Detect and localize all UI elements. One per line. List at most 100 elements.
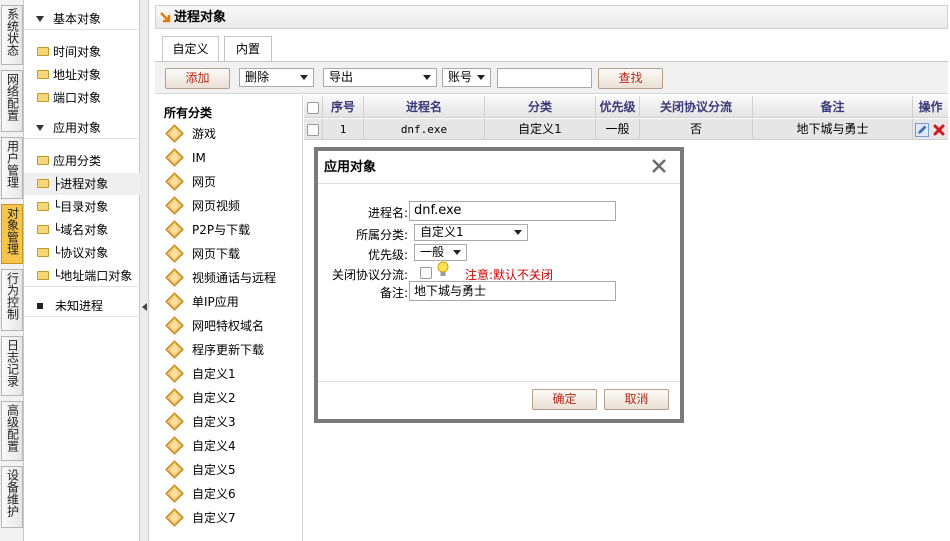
- category-diamond-icon: [165, 196, 184, 215]
- process-name-input[interactable]: dnf.exe: [409, 201, 616, 221]
- nav-tab-label: 设备维护: [5, 469, 20, 517]
- nav-tab-0[interactable]: 系统状态: [1, 5, 23, 65]
- find-button[interactable]: 查找: [598, 68, 663, 89]
- nav-tab-1[interactable]: 网络配置: [1, 70, 23, 132]
- category-diamond-icon: [165, 220, 184, 239]
- nav-tab-label: 用户管理: [5, 140, 20, 188]
- tree-group-basic-objects[interactable]: 基本对象: [24, 8, 140, 30]
- nav-tab-label: 日志记录: [5, 339, 20, 387]
- nav-tab-label: 高级配置: [5, 404, 20, 452]
- column-header-seq: 序号: [323, 96, 364, 118]
- tab-custom[interactable]: 自定义: [162, 36, 219, 61]
- category-item[interactable]: 程序更新下载: [165, 339, 264, 361]
- category-diamond-icon: [165, 124, 184, 143]
- column-header-remark: 备注: [753, 96, 913, 118]
- dropdown-arrow-icon: [423, 75, 431, 80]
- category-item[interactable]: 自定义3: [165, 411, 236, 433]
- folder-icon: [37, 47, 49, 56]
- panel-splitter[interactable]: [140, 0, 149, 541]
- category-item[interactable]: 游戏: [165, 123, 216, 145]
- tree-item-address-port-object[interactable]: └地址端口对象: [24, 265, 140, 287]
- search-field-select[interactable]: 账号: [442, 68, 491, 87]
- tree-item-port-object[interactable]: 端口对象: [24, 87, 140, 109]
- row-checkbox[interactable]: [307, 123, 319, 136]
- tree-item-directory-object[interactable]: └目录对象: [24, 196, 140, 218]
- category-item[interactable]: 自定义1: [165, 363, 236, 385]
- category-item[interactable]: P2P与下载: [165, 219, 250, 241]
- delete-select[interactable]: 删除: [239, 68, 314, 87]
- export-select[interactable]: 导出: [323, 68, 437, 87]
- tree-item-protocol-object[interactable]: └协议对象: [24, 242, 140, 264]
- close-icon[interactable]: [650, 157, 668, 175]
- nav-tab-4[interactable]: 行为控制: [1, 269, 23, 331]
- category-item[interactable]: 自定义5: [165, 459, 236, 481]
- category-item[interactable]: 视频通话与远程: [165, 267, 276, 289]
- nav-tab-2[interactable]: 用户管理: [1, 137, 23, 199]
- dialog-header: 应用对象: [318, 151, 680, 184]
- category-item[interactable]: 网页下载: [165, 243, 240, 265]
- cancel-button[interactable]: 取消: [604, 389, 669, 410]
- nav-tab-3[interactable]: 对象管理: [1, 204, 23, 264]
- remark-label: 备注:: [379, 286, 408, 300]
- tree-item-unknown-process[interactable]: 未知进程: [24, 295, 140, 317]
- category-item[interactable]: 单IP应用: [165, 291, 239, 313]
- nav-tab-label: 网络配置: [5, 73, 20, 121]
- dropdown-arrow-icon: [514, 230, 522, 235]
- priority-label: 优先级:: [367, 248, 408, 262]
- delete-x-icon[interactable]: [932, 123, 946, 137]
- tree-item-time-object[interactable]: 时间对象: [24, 41, 140, 63]
- category-item[interactable]: 网吧特权域名: [165, 315, 264, 337]
- category-item[interactable]: 自定义2: [165, 387, 236, 409]
- category-item[interactable]: 网页: [165, 171, 216, 193]
- dropdown-arrow-icon: [300, 75, 308, 80]
- edit-pencil-icon[interactable]: [914, 122, 929, 137]
- cell-close-split: 否: [640, 119, 753, 140]
- add-button[interactable]: 添加: [165, 68, 230, 89]
- tree-item-domain-object[interactable]: └域名对象: [24, 219, 140, 241]
- confirm-button[interactable]: 确定: [532, 389, 597, 410]
- tree-item-process-object[interactable]: ├进程对象: [24, 173, 140, 195]
- category-item[interactable]: 自定义6: [165, 483, 236, 505]
- cell-remark: 地下城与勇士: [753, 119, 913, 140]
- search-input[interactable]: [497, 68, 592, 88]
- cell-priority: 一般: [596, 119, 640, 140]
- category-item[interactable]: 自定义4: [165, 435, 236, 457]
- category-item-label: P2P与下载: [192, 223, 251, 237]
- nav-tab-7[interactable]: 设备维护: [1, 466, 23, 528]
- category-item-label: 网吧特权域名: [192, 319, 265, 333]
- collapse-left-arrow-icon[interactable]: [142, 303, 147, 311]
- object-tree: 基本对象 时间对象 地址对象 端口对象 应用对象 应用分类 ├进程对象 └目录对…: [24, 0, 140, 541]
- tree-item-address-object[interactable]: 地址对象: [24, 64, 140, 86]
- cell-process: dnf.exe: [364, 119, 485, 140]
- category-item-label: 自定义6: [192, 487, 236, 501]
- nav-tab-5[interactable]: 日志记录: [1, 336, 23, 396]
- tree-item-app-category[interactable]: 应用分类: [24, 150, 140, 172]
- category-item[interactable]: 网页视频: [165, 195, 240, 217]
- category-item-label: 自定义4: [192, 439, 236, 453]
- tab-builtin[interactable]: 内置: [224, 36, 272, 61]
- category-item[interactable]: IM: [165, 147, 206, 169]
- category-item-label: 自定义1: [192, 367, 236, 381]
- category-select[interactable]: 自定义1: [414, 224, 528, 241]
- select-all-header[interactable]: [304, 96, 323, 118]
- cell-actions: [913, 119, 948, 140]
- column-header-action: 操作: [913, 96, 948, 118]
- nav-tab-6[interactable]: 高级配置: [1, 401, 23, 461]
- category-item[interactable]: 自定义7: [165, 507, 236, 529]
- tree-group-app-objects[interactable]: 应用对象: [24, 117, 140, 139]
- category-diamond-icon: [165, 172, 184, 191]
- category-diamond-icon: [165, 484, 184, 503]
- category-diamond-icon: [165, 508, 184, 527]
- row-checkbox-cell[interactable]: [304, 119, 323, 140]
- app-object-dialog: 应用对象 进程名: dnf.exe 所属分类: 自定义1 优先级: 一般 关闭协…: [314, 147, 684, 423]
- select-all-checkbox[interactable]: [307, 101, 319, 114]
- close-split-checkbox[interactable]: [420, 267, 432, 279]
- category-diamond-icon: [165, 292, 184, 311]
- category-item-label: 单IP应用: [192, 295, 239, 309]
- dialog-title: 应用对象: [324, 160, 377, 175]
- category-diamond-icon: [165, 148, 184, 167]
- priority-select[interactable]: 一般: [414, 244, 467, 261]
- category-item-label: 游戏: [192, 127, 217, 141]
- remark-input[interactable]: 地下城与勇士: [409, 281, 616, 301]
- left-vertical-nav: 系统状态网络配置用户管理对象管理行为控制日志记录高级配置设备维护: [0, 0, 24, 541]
